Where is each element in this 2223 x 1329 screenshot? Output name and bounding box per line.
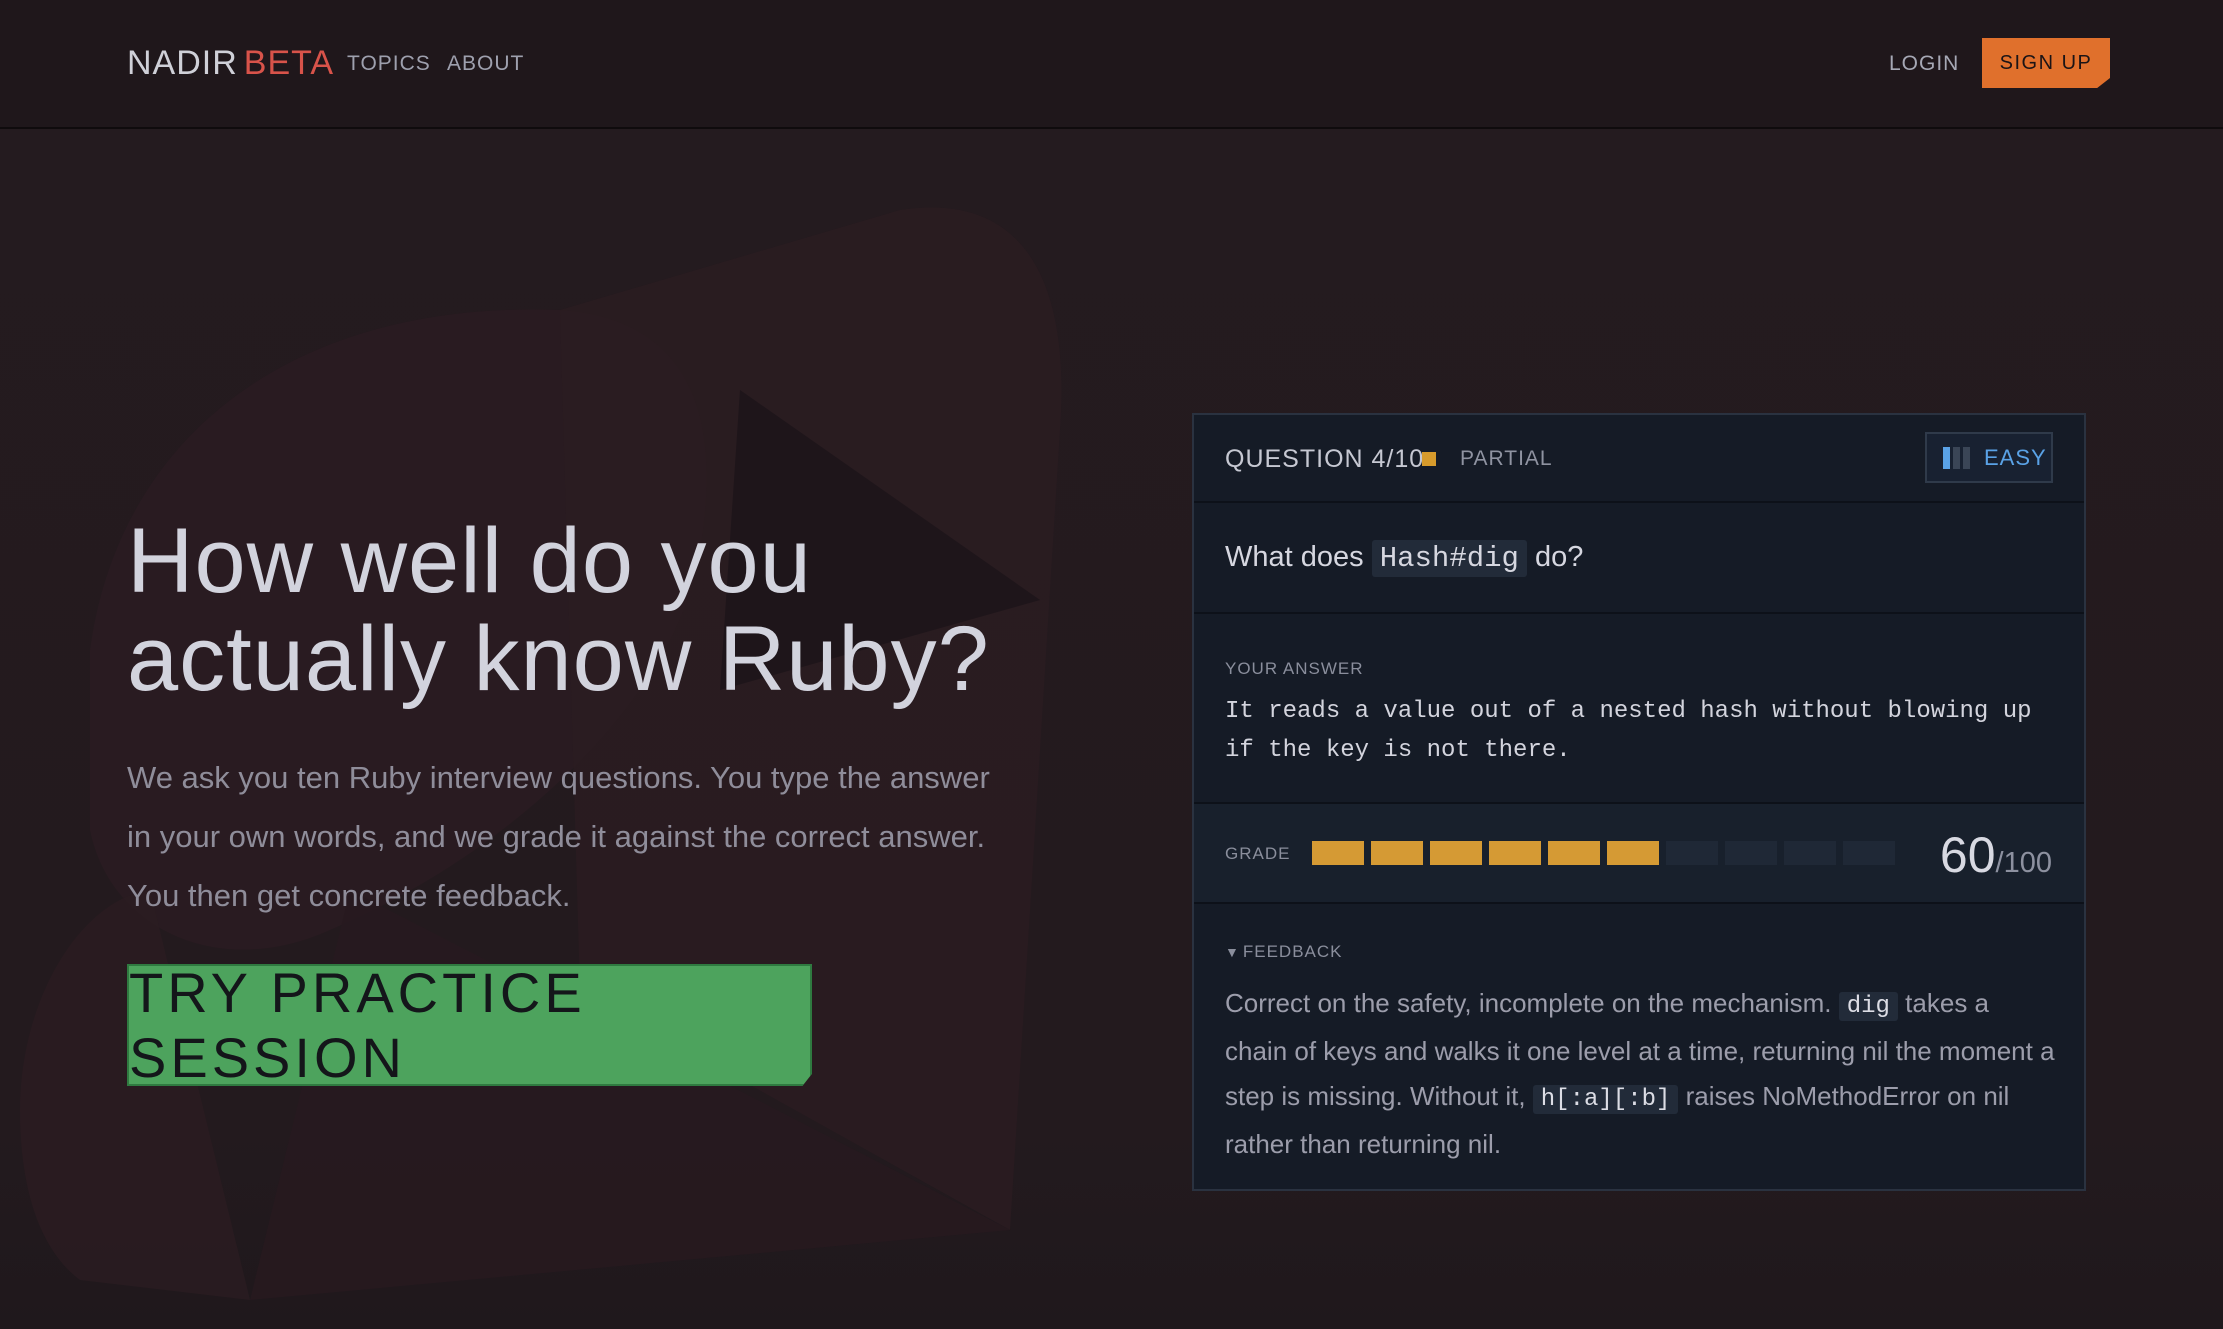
hero-title: How well do you actually know Ruby? xyxy=(127,512,1027,708)
feedback-section: ▼ FEEDBACK Correct on the safety, incompl… xyxy=(1194,904,2084,1189)
score: 60/100 xyxy=(1940,826,2052,884)
score-max: /100 xyxy=(1995,847,2052,879)
answer-text: It reads a value out of a nested hash wi… xyxy=(1225,698,2032,764)
nav-about-link[interactable]: ABOUT xyxy=(447,52,524,76)
grade-segment xyxy=(1312,841,1364,865)
hero-subtitle: We ask you ten Ruby interview questions.… xyxy=(127,760,990,913)
grade-segment xyxy=(1430,841,1482,865)
feedback-part1: Correct on the safety, incomplete on the… xyxy=(1225,988,1832,1018)
difficulty-label: EASY xyxy=(1984,444,2047,470)
question-section: What does Hash#dig do? xyxy=(1194,503,2084,614)
grade-segment xyxy=(1489,841,1541,865)
question-suffix: do? xyxy=(1535,541,1584,573)
grade-segment xyxy=(1843,841,1895,865)
grade-section: GRADE 60/100 xyxy=(1194,804,2084,904)
card-header: QUESTION 4/10 PARTIAL EASY xyxy=(1194,415,2084,503)
try-practice-session-button[interactable]: TRY PRACTICE SESSION xyxy=(127,964,812,1086)
feedback-code-chain: h[:a][:b] xyxy=(1532,1085,1679,1114)
difficulty-badge[interactable]: EASY xyxy=(1925,432,2053,483)
beta-badge: BETA xyxy=(243,44,335,82)
question-counter: QUESTION 4/10 xyxy=(1225,445,1425,473)
difficulty-bar xyxy=(1943,446,1950,469)
sample-question-card: QUESTION 4/10 PARTIAL EASY What does Has… xyxy=(1192,413,2086,1191)
grade-segment xyxy=(1666,841,1718,865)
grade-segment xyxy=(1725,841,1777,865)
answer-label: YOUR ANSWER xyxy=(1225,659,1364,678)
feedback-text: Correct on the safety, incomplete on the… xyxy=(1225,981,2055,1167)
feedback-code-dig: dig xyxy=(1838,992,1898,1021)
nav-topics-link[interactable]: TOPICS xyxy=(347,52,431,76)
grade-segment xyxy=(1548,841,1600,865)
ruby-gem-background-icon xyxy=(20,207,1062,1300)
brand-logo[interactable]: NADIR BETA xyxy=(127,44,334,83)
hero-title-line1: How well do you xyxy=(127,510,812,612)
feedback-toggle[interactable]: ▼ FEEDBACK xyxy=(1225,942,1343,962)
question-code: Hash#dig xyxy=(1371,540,1527,577)
grade-segment xyxy=(1371,841,1423,865)
grade-meter xyxy=(1312,841,1895,865)
grade-label: GRADE xyxy=(1225,844,1291,863)
difficulty-bars-icon xyxy=(1943,446,1970,469)
question-prefix: What does xyxy=(1225,541,1364,573)
top-navbar: NADIR BETA TOPICS ABOUT LOGIN SIGN UP xyxy=(0,0,2223,129)
difficulty-bar xyxy=(1963,446,1970,469)
signup-button[interactable]: SIGN UP xyxy=(1982,38,2110,88)
grade-segment xyxy=(1607,841,1659,865)
hero-title-line2: actually know Ruby? xyxy=(127,608,990,710)
brand-name: NADIR xyxy=(127,44,238,82)
status-indicator-icon xyxy=(1422,452,1436,466)
score-value: 60 xyxy=(1939,827,1996,883)
landing-page: NADIR BETA TOPICS ABOUT LOGIN SIGN UP How… xyxy=(0,0,2223,1329)
caret-down-icon: ▼ xyxy=(1225,944,1240,960)
difficulty-bar xyxy=(1953,446,1960,469)
question-text: What does Hash#dig do? xyxy=(1225,540,1584,577)
status-label: PARTIAL xyxy=(1460,447,1553,470)
grade-segment xyxy=(1784,841,1836,865)
login-link[interactable]: LOGIN xyxy=(1889,52,1959,76)
feedback-label: FEEDBACK xyxy=(1242,942,1343,961)
answer-section: YOUR ANSWER It reads a value out of a ne… xyxy=(1194,614,2084,804)
